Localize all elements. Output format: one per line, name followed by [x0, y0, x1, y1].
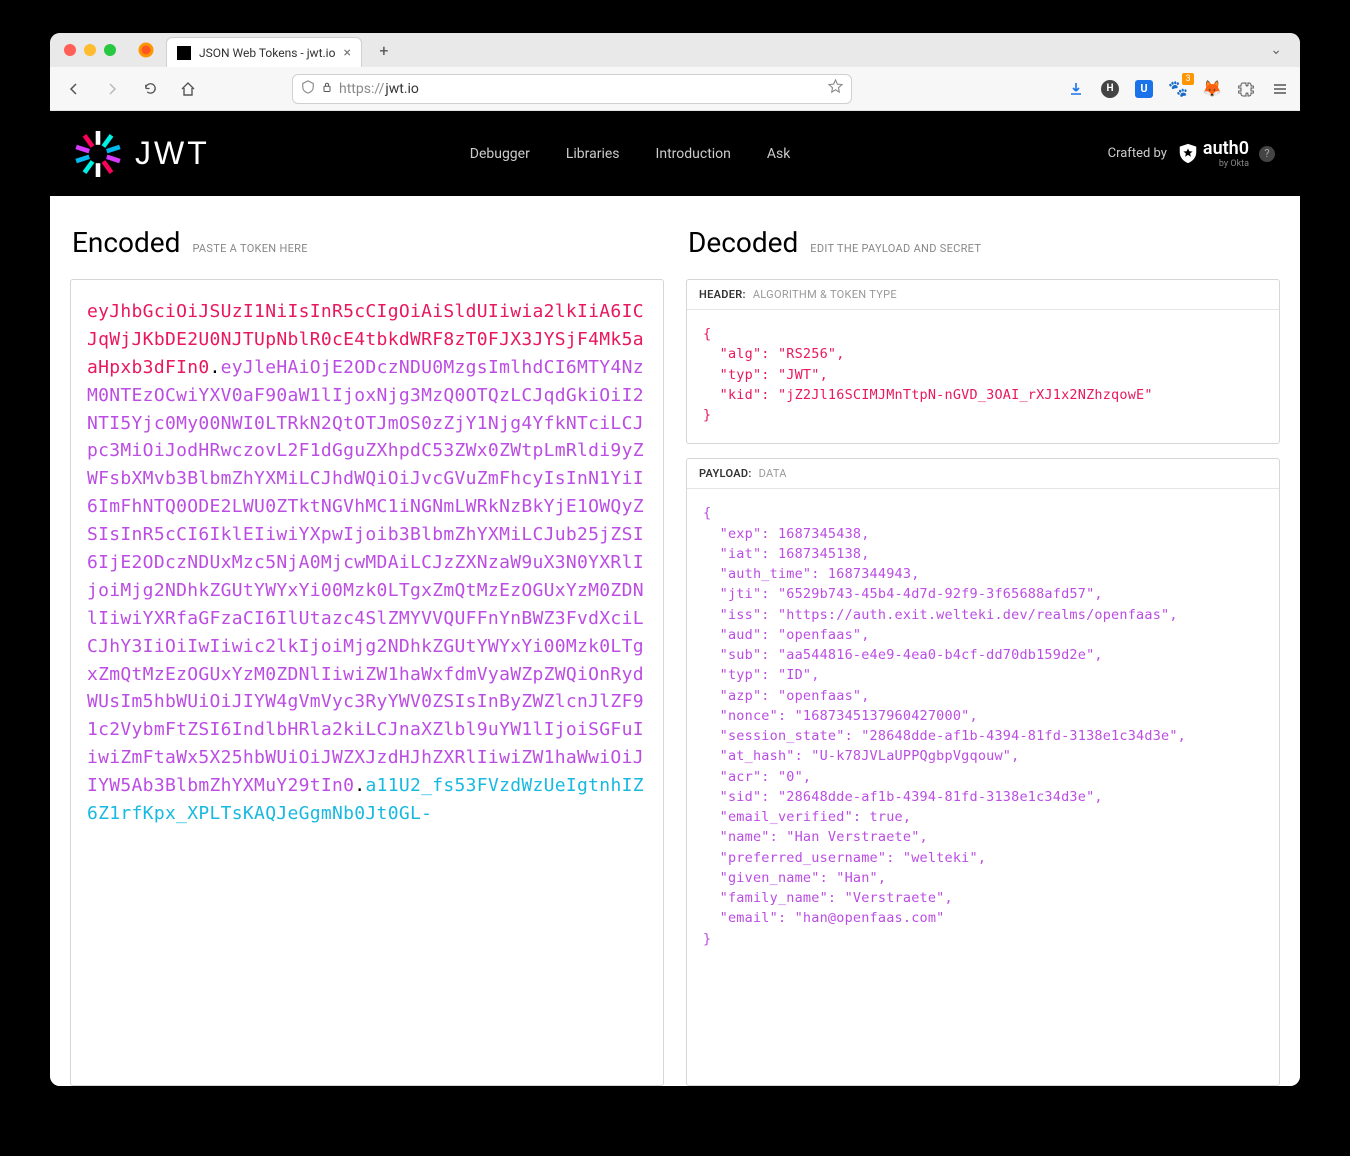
- decoded-title: Decoded: [688, 226, 798, 259]
- decoded-header-json[interactable]: { "alg": "RS256", "typ": "JWT", "kid": "…: [687, 310, 1279, 443]
- lock-icon[interactable]: [321, 81, 333, 96]
- url-scheme: https://: [339, 81, 384, 97]
- close-window-button[interactable]: [64, 44, 76, 56]
- nav-debugger[interactable]: Debugger: [470, 146, 530, 162]
- extension-h-icon[interactable]: H: [1100, 79, 1120, 99]
- extension-fox-icon[interactable]: 🦊: [1202, 79, 1222, 99]
- by-okta-text: by Okta: [1219, 159, 1249, 169]
- encoded-subtitle: PASTE A TOKEN HERE: [192, 242, 307, 255]
- extension-u-icon[interactable]: U: [1134, 79, 1154, 99]
- reload-button[interactable]: [136, 75, 164, 103]
- jwt-separator: .: [210, 357, 221, 378]
- extension-badge: 3: [1182, 73, 1194, 85]
- payload-label: PAYLOAD:: [699, 467, 752, 480]
- decoded-column: Decoded EDIT THE PAYLOAD AND SECRET HEAD…: [686, 226, 1280, 1086]
- tab-list-dropdown[interactable]: ⌄: [1262, 38, 1290, 62]
- jwt-separator: .: [354, 775, 365, 796]
- new-tab-button[interactable]: +: [372, 38, 396, 62]
- nav-introduction[interactable]: Introduction: [656, 146, 731, 162]
- maximize-window-button[interactable]: [104, 44, 116, 56]
- jwt-favicon-icon: [177, 46, 191, 60]
- crafted-by: Crafted by auth0 by Okta ?: [1108, 138, 1275, 169]
- bookmark-star-icon[interactable]: [828, 79, 843, 98]
- auth0-logo[interactable]: auth0 by Okta: [1177, 138, 1249, 169]
- crafted-by-label: Crafted by: [1108, 146, 1167, 161]
- help-icon[interactable]: ?: [1259, 146, 1275, 162]
- url-toolbar: https://jwt.io H U 🐾 3 🦊: [50, 67, 1300, 111]
- jwt-logo[interactable]: JWT: [75, 131, 210, 177]
- auth0-text: auth0: [1203, 138, 1249, 159]
- header-sublabel: ALGORITHM & TOKEN TYPE: [753, 288, 897, 301]
- logo-text: JWT: [135, 135, 210, 172]
- forward-button[interactable]: [98, 75, 126, 103]
- decoded-payload-json[interactable]: { "exp": 1687345438, "iat": 1687345138, …: [687, 489, 1279, 967]
- decoded-payload-label-row: PAYLOAD: DATA: [687, 459, 1279, 489]
- decoded-subtitle: EDIT THE PAYLOAD AND SECRET: [810, 242, 981, 255]
- browser-tab[interactable]: JSON Web Tokens - jwt.io ×: [166, 37, 362, 67]
- download-icon[interactable]: [1066, 79, 1086, 99]
- encoded-column: Encoded PASTE A TOKEN HERE eyJhbGciOiJSU…: [70, 226, 664, 1086]
- tab-bar: JSON Web Tokens - jwt.io × + ⌄: [50, 33, 1300, 67]
- minimize-window-button[interactable]: [84, 44, 96, 56]
- close-tab-button[interactable]: ×: [343, 45, 350, 61]
- extensions-puzzle-icon[interactable]: [1236, 79, 1256, 99]
- toolbar-right: H U 🐾 3 🦊: [1066, 79, 1290, 99]
- debugger-content: Encoded PASTE A TOKEN HERE eyJhbGciOiJSU…: [50, 196, 1300, 1086]
- decoded-payload-box: PAYLOAD: DATA { "exp": 1687345438, "iat"…: [686, 458, 1280, 1086]
- shield-icon[interactable]: [301, 80, 315, 98]
- home-button[interactable]: [174, 75, 202, 103]
- back-button[interactable]: [60, 75, 88, 103]
- jwt-payload-segment: eyJleHAiOjE2ODczNDU0MzgsImlhdCI6MTY4NzM0…: [87, 357, 644, 796]
- encoded-token-editor[interactable]: eyJhbGciOiJSUzI1NiIsInR5cCIgOiAiSldUIiwi…: [70, 279, 664, 1086]
- nav-ask[interactable]: Ask: [767, 146, 790, 162]
- decoded-header-box: HEADER: ALGORITHM & TOKEN TYPE { "alg": …: [686, 279, 1280, 444]
- browser-window: JSON Web Tokens - jwt.io × + ⌄ https://j…: [50, 33, 1300, 1086]
- tab-title: JSON Web Tokens - jwt.io: [199, 46, 335, 60]
- encoded-title: Encoded: [72, 226, 180, 259]
- main-nav: Debugger Libraries Introduction Ask: [470, 146, 791, 162]
- jwt-logo-icon: [75, 131, 121, 177]
- decoded-header-label-row: HEADER: ALGORITHM & TOKEN TYPE: [687, 280, 1279, 310]
- auth0-shield-icon: [1177, 143, 1199, 165]
- address-bar[interactable]: https://jwt.io: [292, 74, 852, 104]
- hamburger-menu-icon[interactable]: [1270, 79, 1290, 99]
- site-header: JWT Debugger Libraries Introduction Ask …: [50, 111, 1300, 196]
- window-controls: [64, 44, 116, 56]
- firefox-icon: [136, 40, 156, 60]
- header-label: HEADER:: [699, 288, 746, 301]
- payload-sublabel: DATA: [759, 467, 787, 480]
- nav-libraries[interactable]: Libraries: [566, 146, 620, 162]
- url-host: jwt.io: [385, 81, 419, 97]
- extension-paw-icon[interactable]: 🐾 3: [1168, 79, 1188, 99]
